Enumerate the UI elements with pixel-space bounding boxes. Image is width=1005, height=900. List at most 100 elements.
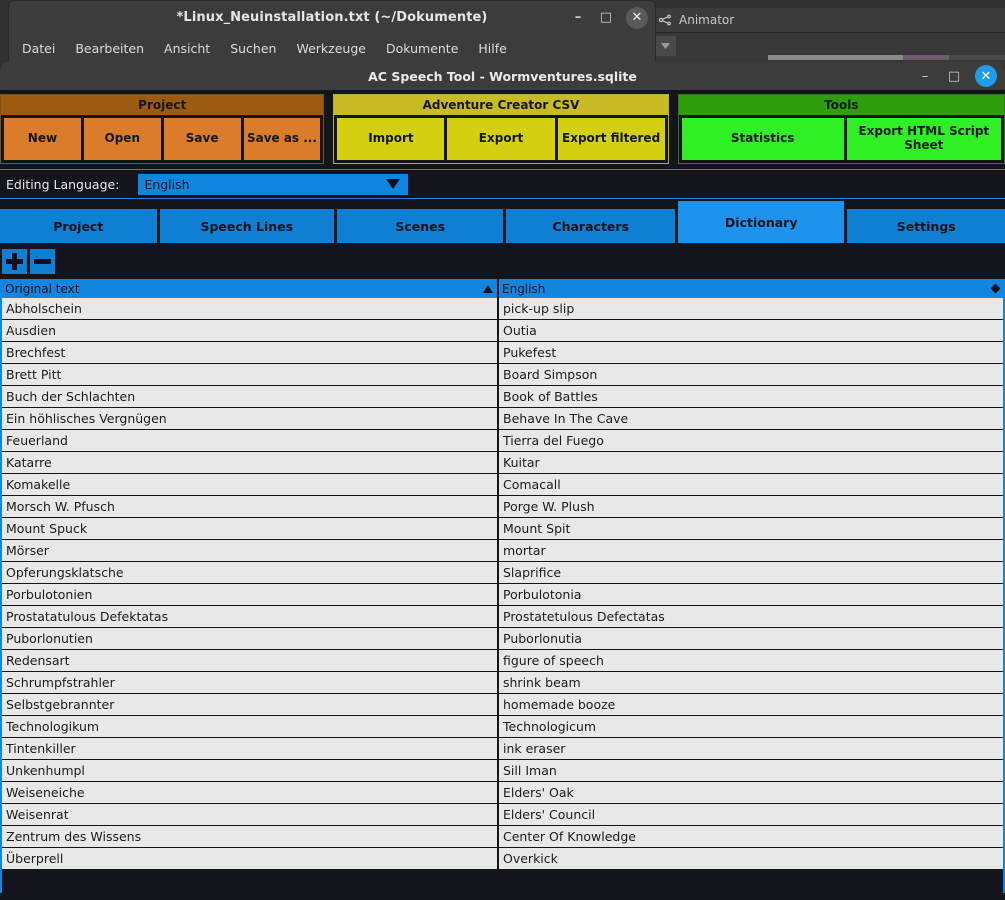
close-icon[interactable]: ✕ bbox=[626, 6, 648, 29]
cell-english[interactable]: Behave In The Cave bbox=[499, 408, 1003, 430]
statistics-button[interactable]: Statistics bbox=[681, 118, 844, 160]
table-row[interactable]: Redensart figure of speech bbox=[2, 650, 1003, 672]
cell-original-text[interactable]: Unkenhumpl bbox=[2, 760, 499, 782]
cell-original-text[interactable]: Ausdien bbox=[2, 320, 499, 342]
cell-original-text[interactable]: Ein höhlisches Vergnügen bbox=[2, 408, 499, 430]
cell-english[interactable]: Elders' Council bbox=[499, 804, 1003, 826]
cell-original-text[interactable]: Selbstgebrannter bbox=[2, 694, 499, 716]
tab-settings[interactable]: Settings bbox=[847, 209, 1005, 243]
cell-original-text[interactable]: Weiseneiche bbox=[2, 782, 499, 804]
table-row[interactable]: Selbstgebrannter homemade booze bbox=[2, 694, 1003, 716]
cell-english[interactable]: Overkick bbox=[499, 848, 1003, 870]
minimize-icon[interactable]: – bbox=[570, 11, 586, 24]
cell-english[interactable]: Prostatetulous Defectatas bbox=[499, 606, 1003, 628]
cell-original-text[interactable]: Schrumpfstrahler bbox=[2, 672, 499, 694]
cell-english[interactable]: Mount Spit bbox=[499, 518, 1003, 540]
import-button[interactable]: Import bbox=[337, 118, 445, 160]
cell-english[interactable]: homemade booze bbox=[499, 694, 1003, 716]
export-button[interactable]: Export bbox=[447, 118, 555, 160]
menu-item-suchen[interactable]: Suchen bbox=[230, 41, 276, 56]
minimize-icon[interactable]: – bbox=[917, 70, 933, 83]
cell-english[interactable]: Book of Battles bbox=[499, 386, 1003, 408]
cell-english[interactable]: Board Simpson bbox=[499, 364, 1003, 386]
cell-original-text[interactable]: Opferungsklatsche bbox=[2, 562, 499, 584]
table-row[interactable]: Opferungsklatsche Slaprifice bbox=[2, 562, 1003, 584]
table-row[interactable]: Technologikum Technologicum bbox=[2, 716, 1003, 738]
cell-original-text[interactable]: Puborlonutien bbox=[2, 628, 499, 650]
table-row[interactable]: Feuerland Tierra del Fuego bbox=[2, 430, 1003, 452]
cell-original-text[interactable]: Zentrum des Wissens bbox=[2, 826, 499, 848]
menu-item-datei[interactable]: Datei bbox=[22, 41, 55, 56]
table-row[interactable]: Buch der Schlachten Book of Battles bbox=[2, 386, 1003, 408]
cell-english[interactable]: Porbulotonia bbox=[499, 584, 1003, 606]
menu-item-dokumente[interactable]: Dokumente bbox=[386, 41, 458, 56]
table-row[interactable]: Prostatatulous Defektatas Prostatetulous … bbox=[2, 606, 1003, 628]
menu-item-hilfe[interactable]: Hilfe bbox=[478, 41, 506, 56]
cell-original-text[interactable]: Überprell bbox=[2, 848, 499, 870]
close-icon[interactable]: ✕ bbox=[975, 65, 997, 87]
cell-original-text[interactable]: Mount Spuck bbox=[2, 518, 499, 540]
cell-original-text[interactable]: Weisenrat bbox=[2, 804, 499, 826]
cell-original-text[interactable]: Porbulotonien bbox=[2, 584, 499, 606]
cell-english[interactable]: Comacall bbox=[499, 474, 1003, 496]
cell-english[interactable]: Center Of Knowledge bbox=[499, 826, 1003, 848]
save-as-button[interactable]: Save as ... bbox=[243, 118, 321, 160]
cell-english[interactable]: Outia bbox=[499, 320, 1003, 342]
table-row[interactable]: Tintenkiller ink eraser bbox=[2, 738, 1003, 760]
table-row[interactable]: Puborlonutien Puborlonutia bbox=[2, 628, 1003, 650]
table-row[interactable]: Brechfest Pukefest bbox=[2, 342, 1003, 364]
menu-item-ansicht[interactable]: Ansicht bbox=[164, 41, 210, 56]
export-html-script-sheet-button[interactable]: Export HTML Script Sheet bbox=[846, 118, 1001, 160]
cell-english[interactable]: Tierra del Fuego bbox=[499, 430, 1003, 452]
cell-english[interactable]: Sill Iman bbox=[499, 760, 1003, 782]
cell-english[interactable]: Puborlonutia bbox=[499, 628, 1003, 650]
table-row[interactable]: Mount Spuck Mount Spit bbox=[2, 518, 1003, 540]
tab-characters[interactable]: Characters bbox=[506, 209, 675, 243]
cell-english[interactable]: ink eraser bbox=[499, 738, 1003, 760]
cell-original-text[interactable]: Morsch W. Pfusch bbox=[2, 496, 499, 518]
cell-original-text[interactable]: Katarre bbox=[2, 452, 499, 474]
cell-english[interactable]: figure of speech bbox=[499, 650, 1003, 672]
maximize-icon[interactable]: □ bbox=[598, 11, 614, 24]
table-row[interactable]: Weiseneiche Elders' Oak bbox=[2, 782, 1003, 804]
table-row[interactable]: Zentrum des Wissens Center Of Knowledge bbox=[2, 826, 1003, 848]
menu-item-werkzeuge[interactable]: Werkzeuge bbox=[296, 41, 366, 56]
tab-scenes[interactable]: Scenes bbox=[337, 209, 504, 243]
cell-original-text[interactable]: Komakelle bbox=[2, 474, 499, 496]
cell-original-text[interactable]: Feuerland bbox=[2, 430, 499, 452]
tab-dictionary[interactable]: Dictionary bbox=[677, 201, 845, 243]
editing-language-select[interactable]: English bbox=[138, 173, 409, 195]
table-row[interactable]: Brett Pitt Board Simpson bbox=[2, 364, 1003, 386]
tab-project[interactable]: Project bbox=[0, 209, 157, 243]
menu-item-bearbeiten[interactable]: Bearbeiten bbox=[75, 41, 144, 56]
cell-english[interactable]: mortar bbox=[499, 540, 1003, 562]
remove-row-button[interactable] bbox=[30, 248, 55, 274]
cell-original-text[interactable]: Mörser bbox=[2, 540, 499, 562]
table-row[interactable]: Schrumpfstrahler shrink beam bbox=[2, 672, 1003, 694]
table-row[interactable]: Komakelle Comacall bbox=[2, 474, 1003, 496]
cell-english[interactable]: Pukefest bbox=[499, 342, 1003, 364]
cell-english[interactable]: pick-up slip bbox=[499, 298, 1003, 320]
cell-english[interactable]: Porge W. Plush bbox=[499, 496, 1003, 518]
unity-animator-tab[interactable]: Animator bbox=[646, 13, 734, 27]
cell-original-text[interactable]: Brechfest bbox=[2, 342, 499, 364]
cell-original-text[interactable]: Technologikum bbox=[2, 716, 499, 738]
table-row[interactable]: Katarre Kuitar bbox=[2, 452, 1003, 474]
column-header-original-text[interactable]: Original text bbox=[2, 279, 499, 298]
cell-original-text[interactable]: Abholschein bbox=[2, 298, 499, 320]
new-button[interactable]: New bbox=[4, 118, 81, 160]
cell-english[interactable]: Technologicum bbox=[499, 716, 1003, 738]
cell-english[interactable]: shrink beam bbox=[499, 672, 1003, 694]
open-button[interactable]: Open bbox=[83, 118, 161, 160]
save-button[interactable]: Save bbox=[163, 118, 241, 160]
export-filtered-button[interactable]: Export filtered bbox=[557, 118, 665, 160]
add-row-button[interactable] bbox=[2, 248, 27, 274]
table-row[interactable]: Porbulotonien Porbulotonia bbox=[2, 584, 1003, 606]
table-row[interactable]: Mörser mortar bbox=[2, 540, 1003, 562]
cell-original-text[interactable]: Redensart bbox=[2, 650, 499, 672]
cell-original-text[interactable]: Buch der Schlachten bbox=[2, 386, 499, 408]
cell-original-text[interactable]: Prostatatulous Defektatas bbox=[2, 606, 499, 628]
cell-english[interactable]: Kuitar bbox=[499, 452, 1003, 474]
cell-original-text[interactable]: Brett Pitt bbox=[2, 364, 499, 386]
cell-original-text[interactable]: Tintenkiller bbox=[2, 738, 499, 760]
